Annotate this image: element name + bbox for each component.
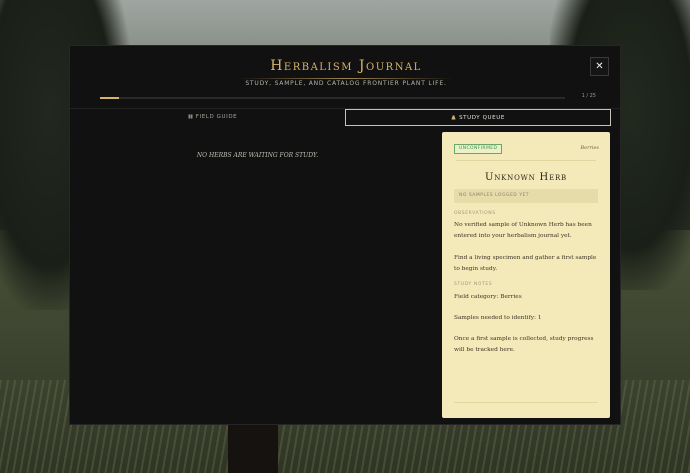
close-icon: ✕ xyxy=(595,61,604,72)
herb-detail-card: UNCONFIRMED Berries Unknown Herb NO SAMP… xyxy=(442,132,610,418)
book-icon xyxy=(188,114,193,119)
observation-text: No verified sample of Unknown Herb has b… xyxy=(454,222,592,239)
player-character xyxy=(228,418,278,473)
journal-title: Herbalism Journal xyxy=(270,58,422,74)
journal-progress-fill xyxy=(100,97,119,99)
title-divider xyxy=(238,78,454,79)
herb-name: Unknown Herb xyxy=(485,172,567,183)
journal-progress-count: 1 / 25 xyxy=(581,93,596,99)
tab-field-guide[interactable]: FIELD GUIDE xyxy=(85,109,340,126)
study-note: Once a first sample is collected, study … xyxy=(454,336,594,353)
tab-study-queue[interactable]: STUDY QUEUE xyxy=(345,109,611,126)
samples-status: NO SAMPLES LOGGED YET xyxy=(454,189,598,203)
observation-text: Find a living specimen and gather a firs… xyxy=(454,255,597,272)
study-notes-label: STUDY NOTES xyxy=(454,282,493,287)
queue-empty-message: NO HERBS ARE WAITING FOR STUDY. xyxy=(196,152,319,159)
card-footer-divider xyxy=(454,402,598,403)
close-button[interactable]: ✕ xyxy=(590,57,609,76)
study-note: Field category: Berries xyxy=(454,294,522,300)
tab-field-guide-label: FIELD GUIDE xyxy=(195,114,238,120)
herbalism-journal-modal: Herbalism Journal STUDY, SAMPLE, AND CAT… xyxy=(69,45,622,425)
journal-progress-bar xyxy=(100,97,565,99)
observations-label: OBSERVATIONS xyxy=(454,211,496,216)
flask-icon xyxy=(451,115,456,120)
journal-subtitle: STUDY, SAMPLE, AND CATALOG FRONTIER PLAN… xyxy=(245,80,447,87)
status-badge: UNCONFIRMED xyxy=(454,144,503,154)
herb-category: Berries xyxy=(580,145,599,151)
tab-study-queue-label: STUDY QUEUE xyxy=(459,115,505,121)
card-divider xyxy=(456,160,596,161)
study-note: Samples needed to identify: 1 xyxy=(454,315,542,321)
